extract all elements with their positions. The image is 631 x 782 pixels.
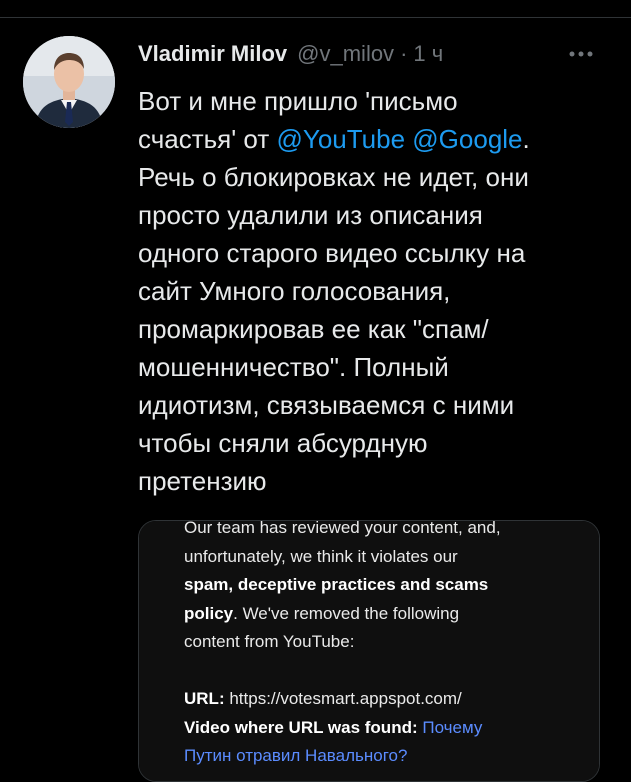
tweet-header: Vladimir Milov @v_milov · 1 ч <box>138 38 611 70</box>
tweet-text-line: Вот и мне пришло 'письмо <box>138 86 458 116</box>
tweet-text-line: Речь о блокировках не идет, они <box>138 162 529 192</box>
avatar-photo <box>23 36 115 128</box>
url-label: URL: <box>184 689 225 708</box>
email-line: content from YouTube: <box>184 632 355 651</box>
tweet-text-line: мошенничество". Полный <box>138 352 449 382</box>
tweet-text-line: претензию <box>138 466 267 496</box>
tweet-text-line: просто удалили из описания <box>138 200 483 230</box>
tweet-text-line: сайт Умного голосования, <box>138 276 451 306</box>
mention-youtube[interactable]: @YouTube <box>276 124 405 154</box>
email-line: spam, deceptive practices and scams <box>184 571 584 600</box>
email-body: Our team has reviewed your content, and,… <box>184 520 584 771</box>
tweet-text-line: идиотизм, связываемся с ними <box>138 390 515 420</box>
timestamp[interactable]: 1 ч <box>413 41 443 67</box>
email-line: policy. We've removed the following <box>184 603 460 623</box>
tweet-text-line: одного старого видео ссылку на <box>138 238 526 268</box>
email-url-line: URL: https://votesmart.appspot.com/ <box>184 685 584 714</box>
tweet-text-line: промаркировав ее как "спам/ <box>138 314 489 344</box>
email-spacer <box>184 657 584 686</box>
author-avatar[interactable] <box>23 36 115 128</box>
tweet-text: Вот и мне пришло 'письмо счастья' от @Yo… <box>138 82 608 500</box>
author-handle[interactable]: @v_milov <box>297 41 394 67</box>
attached-image-card[interactable]: Our team has reviewed your content, and,… <box>138 520 600 782</box>
more-button[interactable] <box>563 38 599 70</box>
email-screenshot: Our team has reviewed your content, and,… <box>139 521 599 781</box>
policy-name: spam, deceptive practices and scams <box>184 575 489 594</box>
video-label: Video where URL was found: <box>184 717 418 737</box>
top-divider <box>0 17 631 18</box>
mention-google[interactable]: @Google <box>412 124 522 154</box>
email-video-line: Video where URL was found: Почему <box>184 714 584 743</box>
url-value: https://votesmart.appspot.com/ <box>224 689 462 708</box>
email-line: unfortunately, we think it violates our <box>184 546 458 566</box>
video-link: Почему <box>417 717 483 737</box>
policy-word: policy <box>184 603 234 623</box>
video-link-continued: Путин отравил Навального? <box>184 746 408 765</box>
dot-separator: · <box>400 41 408 66</box>
more-horizontal-icon <box>569 51 593 57</box>
author-name[interactable]: Vladimir Milov <box>138 41 287 67</box>
email-line: Our team has reviewed your content, and, <box>184 520 501 537</box>
tweet-text-line: счастья' от @YouTube @Google. <box>138 124 530 154</box>
tweet-text-line: чтобы сняли абсурдную <box>138 428 428 458</box>
